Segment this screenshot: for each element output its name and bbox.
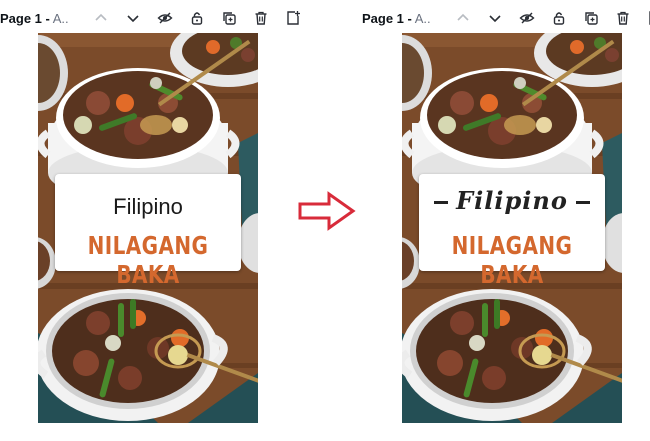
- dash-left: [434, 201, 449, 204]
- page-number-label: Page 1 -: [0, 10, 50, 26]
- add-page-icon[interactable]: [283, 8, 303, 28]
- title-card[interactable]: Filipino NILAGANG BAKA: [419, 174, 605, 289]
- add-page-icon[interactable]: [645, 8, 650, 28]
- design-canvas[interactable]: Filipino NILAGANG BAKA: [402, 33, 622, 423]
- dash-right: [575, 201, 590, 204]
- lock-icon[interactable]: [187, 8, 207, 28]
- card-title-line2: NILAGANG BAKA: [451, 231, 573, 289]
- chevron-up-icon[interactable]: [91, 8, 111, 28]
- title-card[interactable]: Filipino NILAGANG BAKA: [55, 174, 241, 289]
- page-label[interactable]: Page 1 - A..: [0, 11, 69, 26]
- eye-hidden-icon[interactable]: [517, 8, 537, 28]
- design-canvas[interactable]: Filipino NILAGANG BAKA: [38, 33, 258, 423]
- trash-icon[interactable]: [251, 8, 271, 28]
- page-label[interactable]: Page 1 - A..: [362, 11, 431, 26]
- duplicate-icon[interactable]: [581, 8, 601, 28]
- card-title-line1: Filipino: [419, 186, 605, 215]
- chevron-up-icon[interactable]: [453, 8, 473, 28]
- lock-icon[interactable]: [549, 8, 569, 28]
- duplicate-icon[interactable]: [219, 8, 239, 28]
- card-title-line1-text: Filipino: [456, 186, 568, 215]
- card-title-line1: Filipino: [113, 194, 183, 219]
- after-panel: Page 1 - A.. Filipino NILAGANG BAKA: [362, 0, 650, 441]
- chevron-down-icon[interactable]: [123, 8, 143, 28]
- page-title[interactable]: A..: [415, 11, 431, 26]
- page-title[interactable]: A..: [53, 11, 69, 26]
- before-panel: Page 1 - A.. Filipino NILAGANG BAKA: [0, 0, 300, 441]
- page-toolbar: Page 1 - A..: [362, 6, 650, 30]
- card-title-line2: NILAGANG BAKA: [87, 231, 209, 289]
- chevron-down-icon[interactable]: [485, 8, 505, 28]
- page-number-label: Page 1 -: [362, 10, 412, 26]
- eye-hidden-icon[interactable]: [155, 8, 175, 28]
- page-toolbar: Page 1 - A..: [0, 6, 300, 30]
- trash-icon[interactable]: [613, 8, 633, 28]
- arrow-right-icon: [298, 191, 356, 231]
